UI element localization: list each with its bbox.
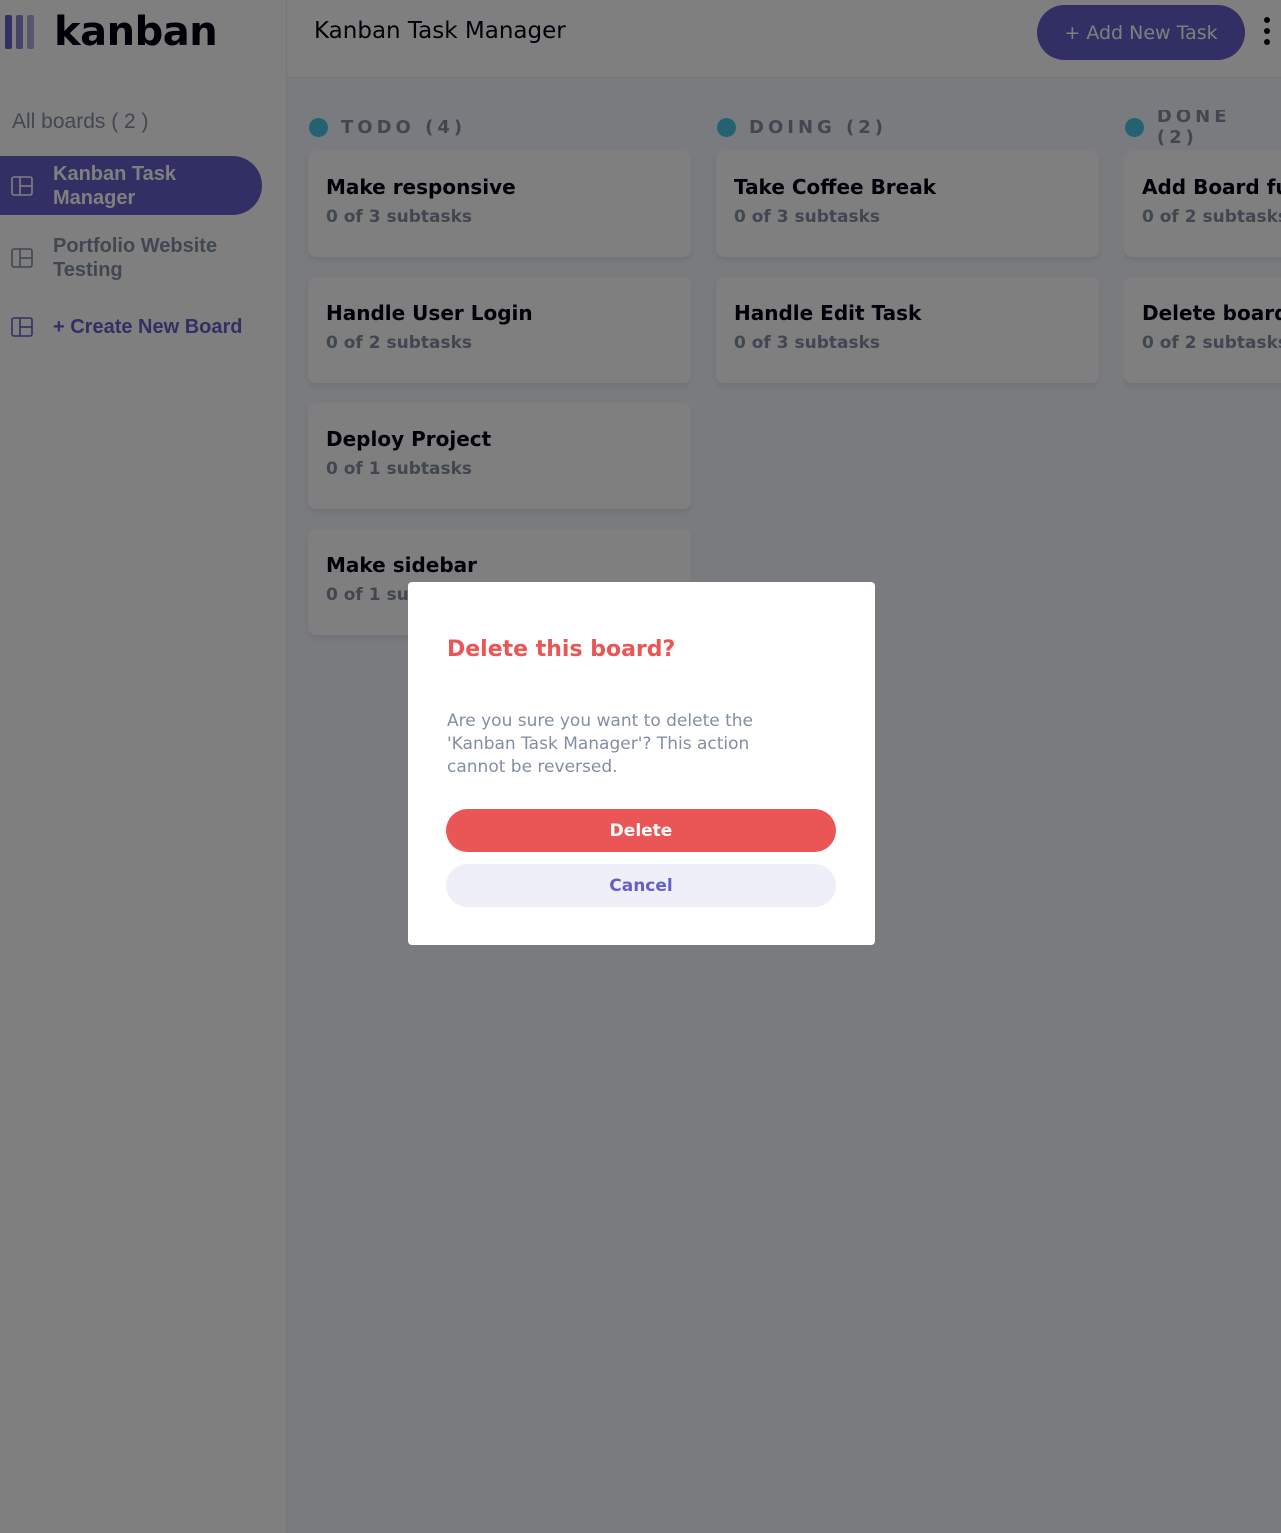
dialog-message: Are you sure you want to delete the 'Kan… — [447, 711, 753, 777]
delete-button[interactable]: Delete — [446, 809, 836, 852]
delete-board-dialog: Delete this board? Are you sure you want… — [408, 582, 875, 945]
dialog-title: Delete this board? — [447, 637, 676, 662]
cancel-button[interactable]: Cancel — [446, 864, 836, 907]
